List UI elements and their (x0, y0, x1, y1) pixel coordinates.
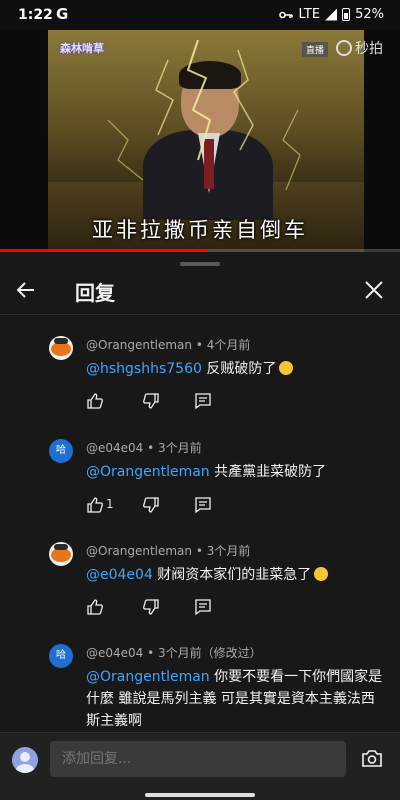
battery-level: 52% (355, 7, 384, 22)
comment-time: 3个月前 (206, 544, 251, 558)
reply-icon[interactable] (194, 496, 212, 514)
reply-icon[interactable] (194, 598, 212, 616)
vpn-key-icon (279, 11, 294, 18)
gesture-nav-bar[interactable] (145, 793, 255, 797)
camera-icon[interactable] (360, 747, 384, 771)
channel-logo: 森林啃草 (60, 42, 104, 55)
comment-meta: @Orangentleman • 3个月前 (86, 544, 251, 558)
grinning-emoji-icon (314, 567, 329, 581)
thumbs-down-icon[interactable] (142, 496, 160, 514)
video-player[interactable]: 森林啃草 直播 秒拍 亚非拉撒币亲自倒车 (0, 30, 400, 252)
comment-author[interactable]: @Orangentleman (86, 544, 192, 558)
comment-mention[interactable]: @Orangentleman (86, 669, 210, 685)
thumbs-up-icon[interactable] (86, 392, 104, 410)
comment-time: 4个月前 (206, 338, 251, 352)
signal-icon (325, 8, 338, 21)
close-icon[interactable] (362, 278, 386, 302)
thumbs-down-icon[interactable] (142, 392, 160, 410)
status-right: LTE 52% (279, 7, 384, 22)
replies-panel: 回复 @Orangentleman • 4个月前 @hshgshhs7560 反… (0, 252, 400, 800)
avatar[interactable] (49, 542, 73, 566)
reply-icon[interactable] (194, 392, 212, 410)
comment-text: @Orangentleman 共產黨韭菜破防了 (86, 464, 327, 480)
user-avatar (12, 747, 38, 773)
clock: 1:22 (18, 7, 53, 23)
laughing-emoji-icon (279, 361, 294, 375)
comment-actions: 1 (86, 496, 226, 516)
avatar[interactable]: 哈 (49, 644, 73, 668)
comment-meta: @e04e04 • 3个月前（修改过） (86, 646, 262, 660)
comment-author[interactable]: @Orangentleman (86, 338, 192, 352)
comment-meta: @Orangentleman • 4个月前 (86, 338, 251, 352)
back-arrow-icon[interactable] (14, 278, 38, 302)
comment-author[interactable]: @e04e04 (86, 646, 143, 660)
thumbs-up-icon[interactable] (86, 598, 104, 616)
edited-label: （修改过） (201, 646, 262, 660)
header-divider (0, 314, 400, 315)
video-subtitle: 亚非拉撒币亲自倒车 (92, 218, 308, 242)
status-bar: 1:22 G LTE 52% (0, 0, 400, 30)
comment-mention[interactable]: @hshgshhs7560 (86, 361, 202, 377)
reply-input[interactable] (50, 741, 346, 777)
avatar[interactable] (49, 336, 73, 360)
like-count: 1 (106, 497, 114, 511)
reply-bar (0, 732, 400, 800)
comment-author[interactable]: @e04e04 (86, 441, 143, 455)
comment-actions (86, 598, 226, 618)
panel-header: 回复 (0, 272, 400, 314)
comment-actions (86, 392, 226, 412)
network-type: LTE (298, 7, 321, 22)
comment-mention[interactable]: @Orangentleman (86, 464, 210, 480)
battery-icon (342, 8, 351, 21)
live-badge: 直播 (302, 42, 329, 57)
thumbs-down-icon[interactable] (142, 598, 160, 616)
miaopai-logo-icon (336, 40, 352, 56)
comment-text: @e04e04 财阀资本家们的韭菜急了 (86, 564, 386, 586)
comment-mention[interactable]: @e04e04 (86, 567, 153, 583)
thumbs-up-icon[interactable] (86, 496, 104, 514)
comment-time: 3个月前 (158, 441, 202, 455)
comment-text: @hshgshhs7560 反贼破防了 (86, 358, 386, 380)
comment-text: @Orangentleman 你要不要看一下你們國家是什麼 雖說是馬列主義 可是… (86, 669, 383, 729)
google-icon: G (56, 5, 69, 23)
watermark: 秒拍 (336, 38, 383, 58)
drag-handle[interactable] (180, 262, 220, 266)
comment-time: 3个月前 (158, 646, 202, 660)
panel-title: 回复 (75, 281, 115, 305)
avatar[interactable]: 哈 (49, 439, 73, 463)
comment-meta: @e04e04 • 3个月前 (86, 441, 202, 455)
